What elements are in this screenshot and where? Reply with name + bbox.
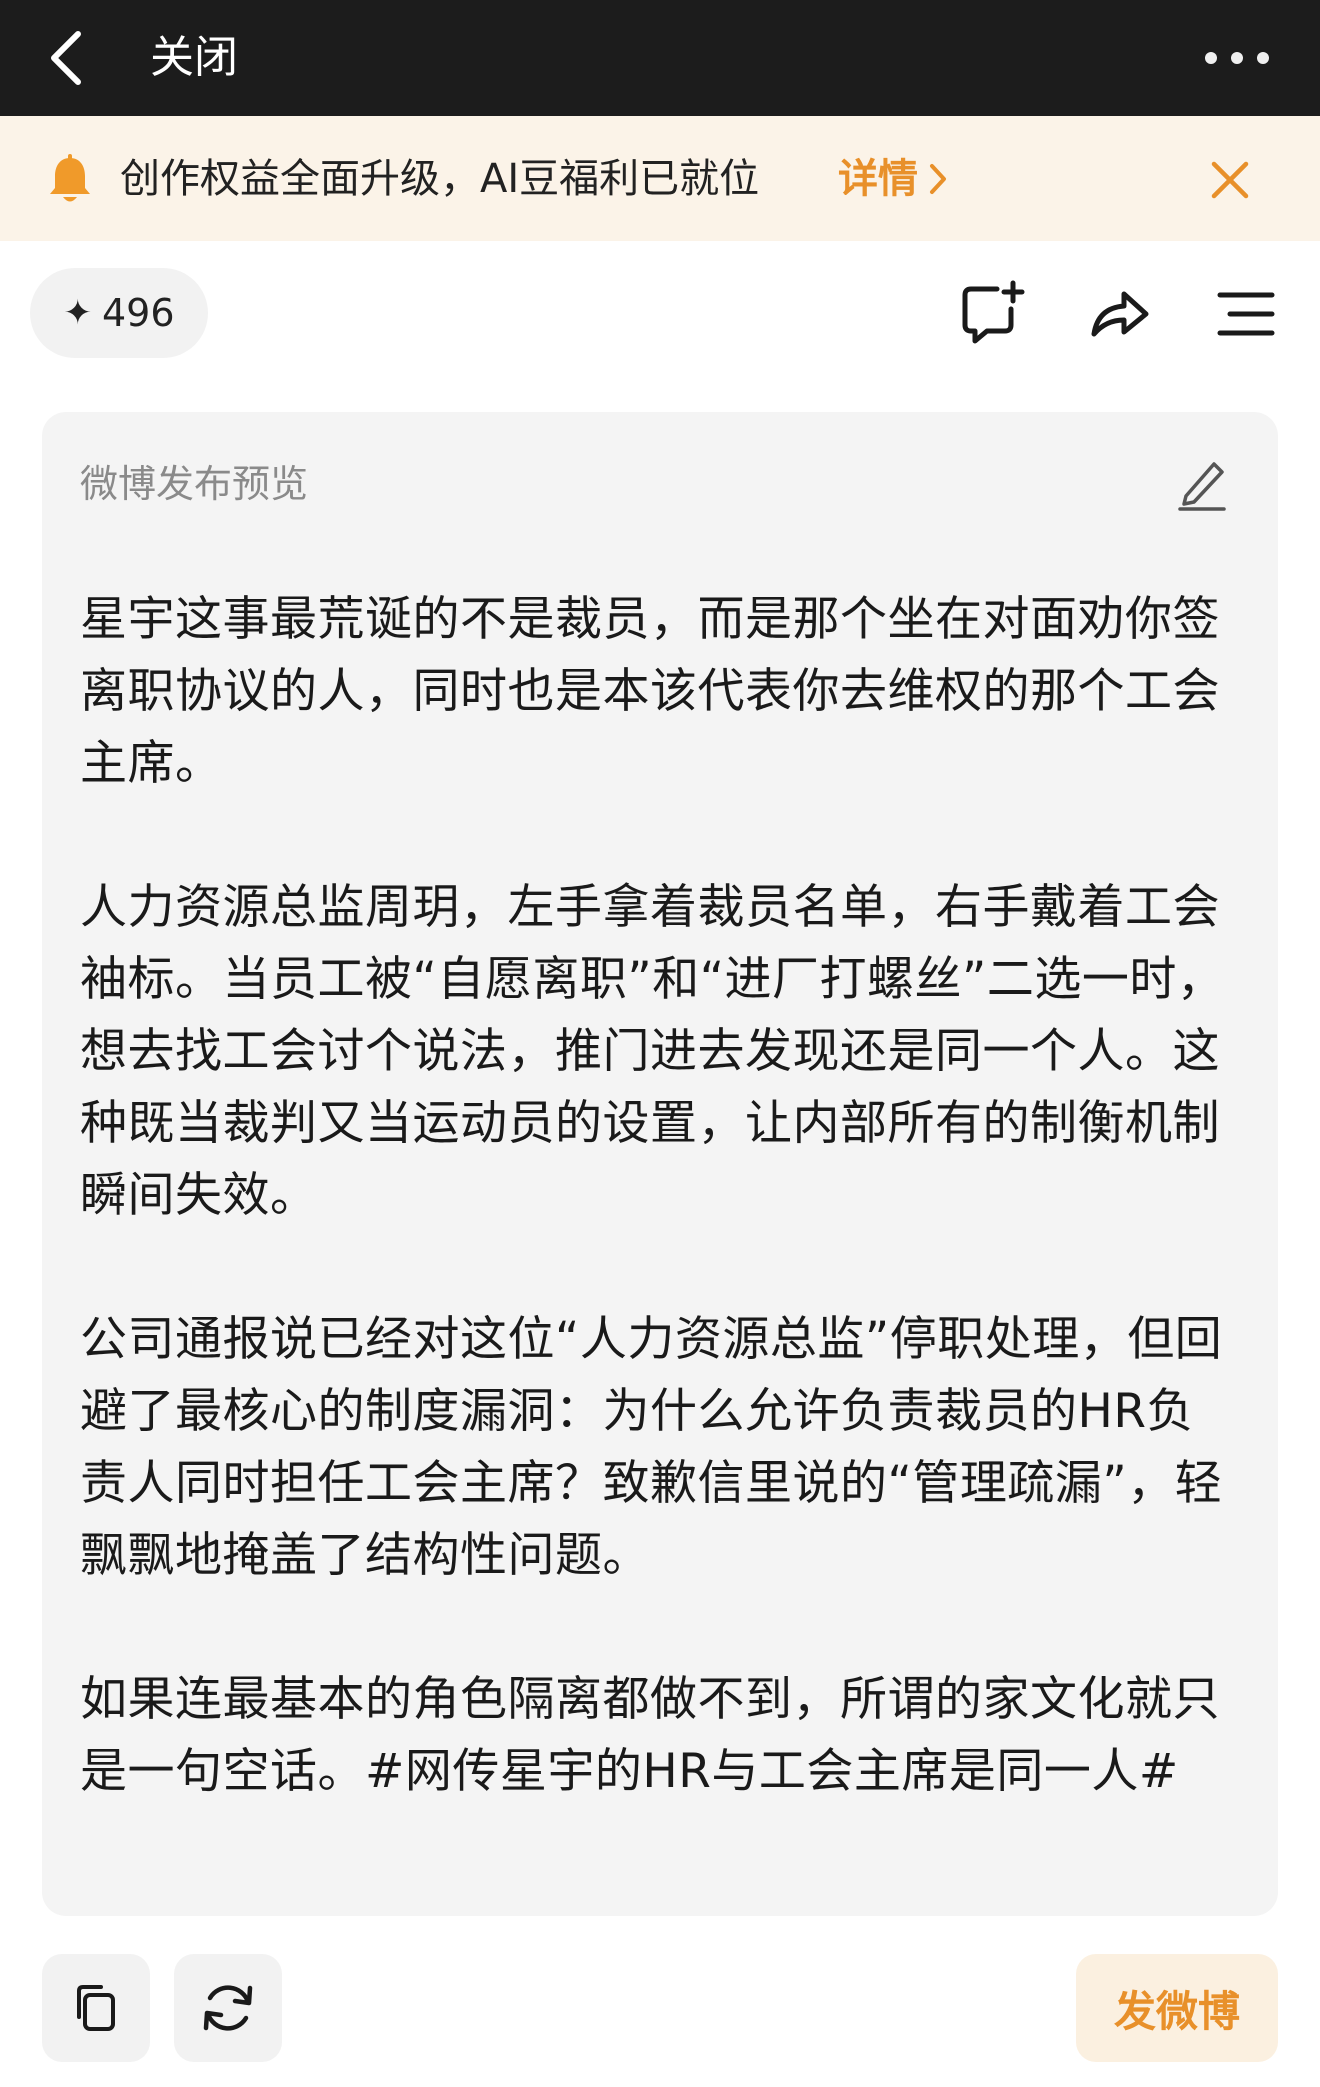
top-bar: 关闭 [0,0,1320,116]
more-dot-icon [1231,52,1243,64]
share-icon [1091,291,1149,337]
copy-button[interactable] [42,1954,150,2062]
notice-text: 创作权益全面升级，AI豆福利已就位 [120,156,760,202]
add-comment-button[interactable] [950,272,1034,356]
ai-count: 496 [101,291,175,335]
ai-count-badge[interactable]: ✦ 496 [30,268,208,358]
share-button[interactable] [1078,272,1162,356]
menu-button[interactable] [1204,272,1288,356]
copy-icon [77,1985,115,2031]
post-body: 星宇这事最荒诞的不是裁员，而是那个坐在对面劝你签离职协议的人，同时也是本该代表你… [80,584,1240,1808]
chevron-right-icon [930,164,946,194]
notice-close-button[interactable] [1200,150,1260,210]
more-dot-icon [1205,52,1217,64]
post-paragraph: 如果连最基本的角色隔离都做不到，所谓的家文化就只是一句空话。#网传星宇的HR与工… [80,1672,1220,1799]
back-button[interactable] [28,20,104,96]
close-icon [1211,161,1249,199]
notice-details-label: 详情 [838,156,918,202]
chevron-left-icon [51,31,81,85]
refresh-icon [203,1985,253,2031]
preview-card: 微博发布预览 星宇这事最荒诞的不是裁员，而是那个坐在对面劝你签离职协议的人，同时… [42,412,1278,1916]
notice-details-link[interactable]: 详情 [838,150,948,208]
post-paragraph: 公司通报说已经对这位“人力资源总监”停职处理，但回避了最核心的制度漏洞：为什么允… [80,1312,1223,1583]
sparkle-icon: ✦ [63,293,92,333]
bell-icon [50,154,90,202]
post-paragraph: 星宇这事最荒诞的不是裁员，而是那个坐在对面劝你签离职协议的人，同时也是本该代表你… [80,592,1220,791]
refresh-button[interactable] [174,1954,282,2062]
notice-banner: 创作权益全面升级，AI豆福利已就位 详情 [0,116,1320,241]
more-dot-icon [1257,52,1269,64]
more-button[interactable] [1182,22,1292,94]
card-label: 微博发布预览 [80,462,309,506]
close-link[interactable]: 关闭 [150,26,238,90]
edit-button[interactable] [1170,452,1234,516]
comment-add-icon [962,280,1025,344]
menu-icon [1217,292,1275,336]
post-paragraph: 人力资源总监周玥，左手拿着裁员名单，右手戴着工会袖标。当员工被“自愿离职”和“进… [80,880,1225,1223]
post-weibo-button[interactable]: 发微博 [1076,1954,1278,2062]
edit-pencil-icon [1178,462,1226,511]
